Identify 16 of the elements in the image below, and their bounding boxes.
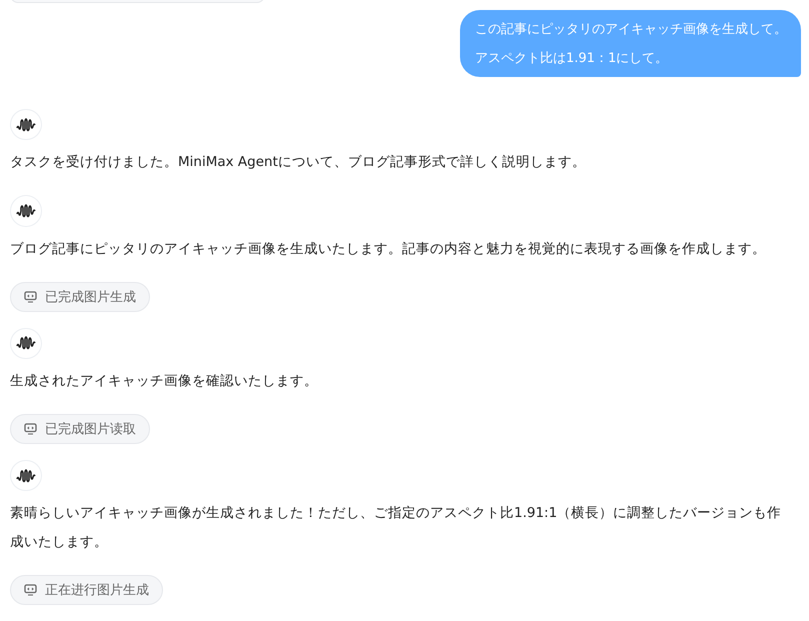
monitor-icon <box>24 290 37 303</box>
agent-avatar-icon <box>10 460 42 492</box>
monitor-icon <box>24 584 37 596</box>
tool-status-chip[interactable]: 正在进行图片生成 <box>10 575 163 606</box>
agent-avatar-icon <box>10 195 42 227</box>
tool-status-chip[interactable]: 已完成图片生成 <box>10 282 150 312</box>
user-message-line: アスペクト比は1.91：1にして。 <box>475 50 670 68</box>
agent-message: 生成されたアイキャッチ画像を確認いたします。 <box>10 372 318 392</box>
agent-avatar-icon <box>10 328 42 360</box>
tool-status-chip[interactable]: 已完成图片读取 <box>10 414 150 444</box>
agent-message: タスクを受け付けました。MiniMax Agentについて、ブログ記事形式で詳しく説明します。 <box>10 153 586 172</box>
monitor-icon <box>24 423 37 435</box>
agent-message: ブログ記事にピッタリのアイキャッチ画像を生成いたします。記事の内容と魅力を視覚的に表現する画像を作成します。 <box>10 240 766 259</box>
user-message-line: この記事にピッタリのアイキャッチ画像を生成して。 <box>475 20 787 39</box>
agent-avatar-icon <box>10 108 42 140</box>
agent-message: 素晴らしいアイキャッチ画像が生成されました！ただし、ご指定のアスペクト比1.91:1（横長）に調整したバージョンも作成いたします。 <box>10 504 782 552</box>
